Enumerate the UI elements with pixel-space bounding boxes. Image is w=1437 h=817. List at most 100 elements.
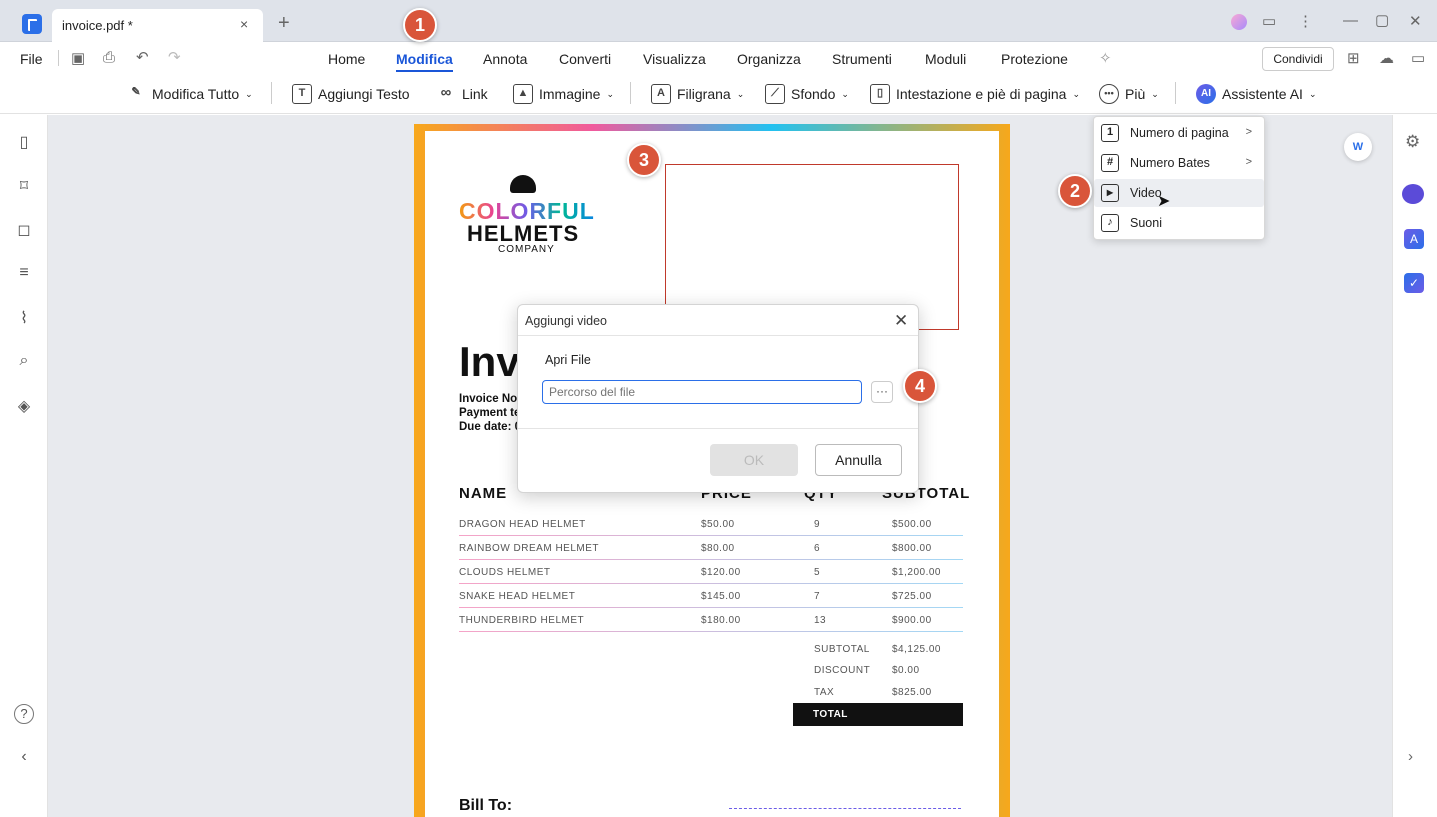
new-tab-button[interactable]: + xyxy=(278,12,290,35)
maximize-button[interactable]: ▢ xyxy=(1375,11,1389,29)
more-options-icon[interactable]: ⋮ xyxy=(1298,12,1313,30)
menu-item-bates-number[interactable]: # Numero Bates > xyxy=(1094,149,1264,177)
page-thumbnail-icon[interactable]: ▯ xyxy=(14,132,34,152)
help-icon[interactable]: ? xyxy=(14,704,34,724)
pen-icon: ✎ xyxy=(131,86,141,98)
logo-line-3: COMPANY xyxy=(498,244,555,255)
ai-assistant-button[interactable]: AI Assistente AI ⌄ xyxy=(1196,84,1316,104)
menu-file[interactable]: File xyxy=(20,51,43,67)
invoice-meta-number: Invoice No: xyxy=(459,393,521,405)
search-icon[interactable]: ⌕ xyxy=(14,352,34,372)
page-number-icon: 1 xyxy=(1101,124,1119,142)
ai-robot-icon[interactable] xyxy=(1402,184,1424,204)
properties-icon[interactable]: ⚙ xyxy=(1405,132,1420,152)
more-button[interactable]: ••• Più ⌄ xyxy=(1099,84,1159,104)
table-row-divider xyxy=(459,631,963,632)
image-button[interactable]: ▲ Immagine ⌄ xyxy=(513,84,614,104)
edit-all-button[interactable]: ✎ Modifica Tutto ⌄ xyxy=(126,84,252,104)
undo-icon[interactable]: ↶ xyxy=(136,48,149,66)
step-badge-4: 4 xyxy=(903,369,937,403)
menu-strumenti[interactable]: Strumenti xyxy=(832,51,892,67)
browse-button[interactable]: ··· xyxy=(871,381,893,403)
translate-icon[interactable]: A xyxy=(1404,229,1424,249)
share-button[interactable]: Condividi xyxy=(1262,47,1334,71)
comment-icon[interactable]: ◻ xyxy=(14,220,34,240)
table-cell: SNAKE HEAD HELMET xyxy=(459,591,576,602)
step-badge-1: 1 xyxy=(403,8,437,42)
avatar[interactable] xyxy=(1231,14,1247,30)
collapse-left-icon[interactable]: ‹ xyxy=(14,748,34,768)
dialog-title: Aggiungi video xyxy=(525,314,608,328)
minimize-button[interactable]: — xyxy=(1343,12,1358,29)
table-cell: $725.00 xyxy=(892,591,932,602)
fields-icon[interactable]: ≡ xyxy=(14,264,34,284)
menu-item-sounds[interactable]: ♪ Suoni xyxy=(1094,209,1264,237)
divider xyxy=(271,82,272,104)
save-icon[interactable]: ▣ xyxy=(71,49,85,67)
selection-handle-line[interactable] xyxy=(729,808,961,809)
close-window-button[interactable]: ✕ xyxy=(1409,12,1422,30)
menu-item-page-number[interactable]: 1 Numero di pagina > xyxy=(1094,119,1264,147)
menu-item-video[interactable]: ▶ Video xyxy=(1094,179,1264,207)
bookmark-icon[interactable]: ⌑ xyxy=(14,176,34,196)
tab-close-icon[interactable]: × xyxy=(240,16,248,32)
table-cell: 6 xyxy=(814,543,821,554)
background-icon: ⟋ xyxy=(765,84,785,104)
task-check-icon[interactable]: ✓ xyxy=(1404,273,1424,293)
feedback-icon[interactable]: ▭ xyxy=(1262,12,1276,30)
table-cell: $145.00 xyxy=(701,591,741,602)
menu-visualizza[interactable]: Visualizza xyxy=(643,51,706,67)
chevron-down-icon: ⌄ xyxy=(1151,88,1159,99)
dialog-close-icon[interactable]: ✕ xyxy=(894,311,908,331)
layers-icon[interactable]: ◈ xyxy=(14,396,34,416)
summary-value: $825.00 xyxy=(892,687,932,698)
watermark-button[interactable]: A Filigrana ⌄ xyxy=(651,84,744,104)
add-text-label: Aggiungi Testo xyxy=(318,86,410,102)
app-logo-icon xyxy=(22,14,42,34)
cloud-upload-icon[interactable]: ☁ xyxy=(1379,49,1394,67)
menu-protezione[interactable]: Protezione xyxy=(1001,51,1068,67)
table-cell: $900.00 xyxy=(892,615,932,626)
table-header-name: NAME xyxy=(459,485,508,502)
music-note-icon: ♪ xyxy=(1101,214,1119,232)
menu-moduli[interactable]: Moduli xyxy=(925,51,966,67)
table-cell: 13 xyxy=(814,615,827,626)
hash-icon: # xyxy=(1101,154,1119,172)
workflow-icon[interactable]: ⊞ xyxy=(1347,49,1360,67)
attachment-icon[interactable]: ⌇ xyxy=(14,308,34,328)
menu-home[interactable]: Home xyxy=(328,51,365,67)
text-icon: T xyxy=(292,84,312,104)
menu-organizza[interactable]: Organizza xyxy=(737,51,801,67)
step-badge-3: 3 xyxy=(627,143,661,177)
lightbulb-icon[interactable]: ✧ xyxy=(1099,49,1112,67)
divider xyxy=(1175,82,1176,104)
redo-icon[interactable]: ↷ xyxy=(168,48,181,66)
link-button[interactable]: ∞ Link xyxy=(436,84,488,104)
document-tab[interactable]: invoice.pdf * xyxy=(52,9,263,42)
tab-title: invoice.pdf * xyxy=(62,18,133,33)
right-sidebar xyxy=(1392,115,1437,817)
menu-annota[interactable]: Annota xyxy=(483,51,527,67)
ok-button[interactable]: OK xyxy=(710,444,798,476)
convert-to-word-icon[interactable]: W xyxy=(1344,133,1372,161)
table-cell: CLOUDS HELMET xyxy=(459,567,551,578)
menu-item-label: Suoni xyxy=(1130,216,1162,230)
active-tab-underline xyxy=(396,70,453,72)
collapse-right-icon[interactable]: › xyxy=(1408,748,1413,765)
ai-label: Assistente AI xyxy=(1222,86,1303,102)
header-footer-button[interactable]: ▯ Intestazione e piè di pagina ⌄ xyxy=(870,84,1080,104)
add-text-button[interactable]: T Aggiungi Testo xyxy=(292,84,410,104)
table-row-divider xyxy=(459,583,963,584)
print-icon[interactable]: ⎙ xyxy=(103,49,115,66)
table-row-divider xyxy=(459,535,963,536)
cancel-button[interactable]: Annulla xyxy=(815,444,902,476)
menu-item-label: Numero di pagina xyxy=(1130,126,1229,140)
submenu-arrow-icon: > xyxy=(1245,156,1252,168)
collapse-panel-icon[interactable]: ▭ xyxy=(1411,49,1425,67)
background-button[interactable]: ⟋ Sfondo ⌄ xyxy=(765,84,849,104)
menu-converti[interactable]: Converti xyxy=(559,51,611,67)
menu-modifica[interactable]: Modifica xyxy=(396,51,453,67)
file-path-input[interactable] xyxy=(542,380,862,404)
table-row-divider xyxy=(459,607,963,608)
menu-bar xyxy=(0,42,1437,74)
